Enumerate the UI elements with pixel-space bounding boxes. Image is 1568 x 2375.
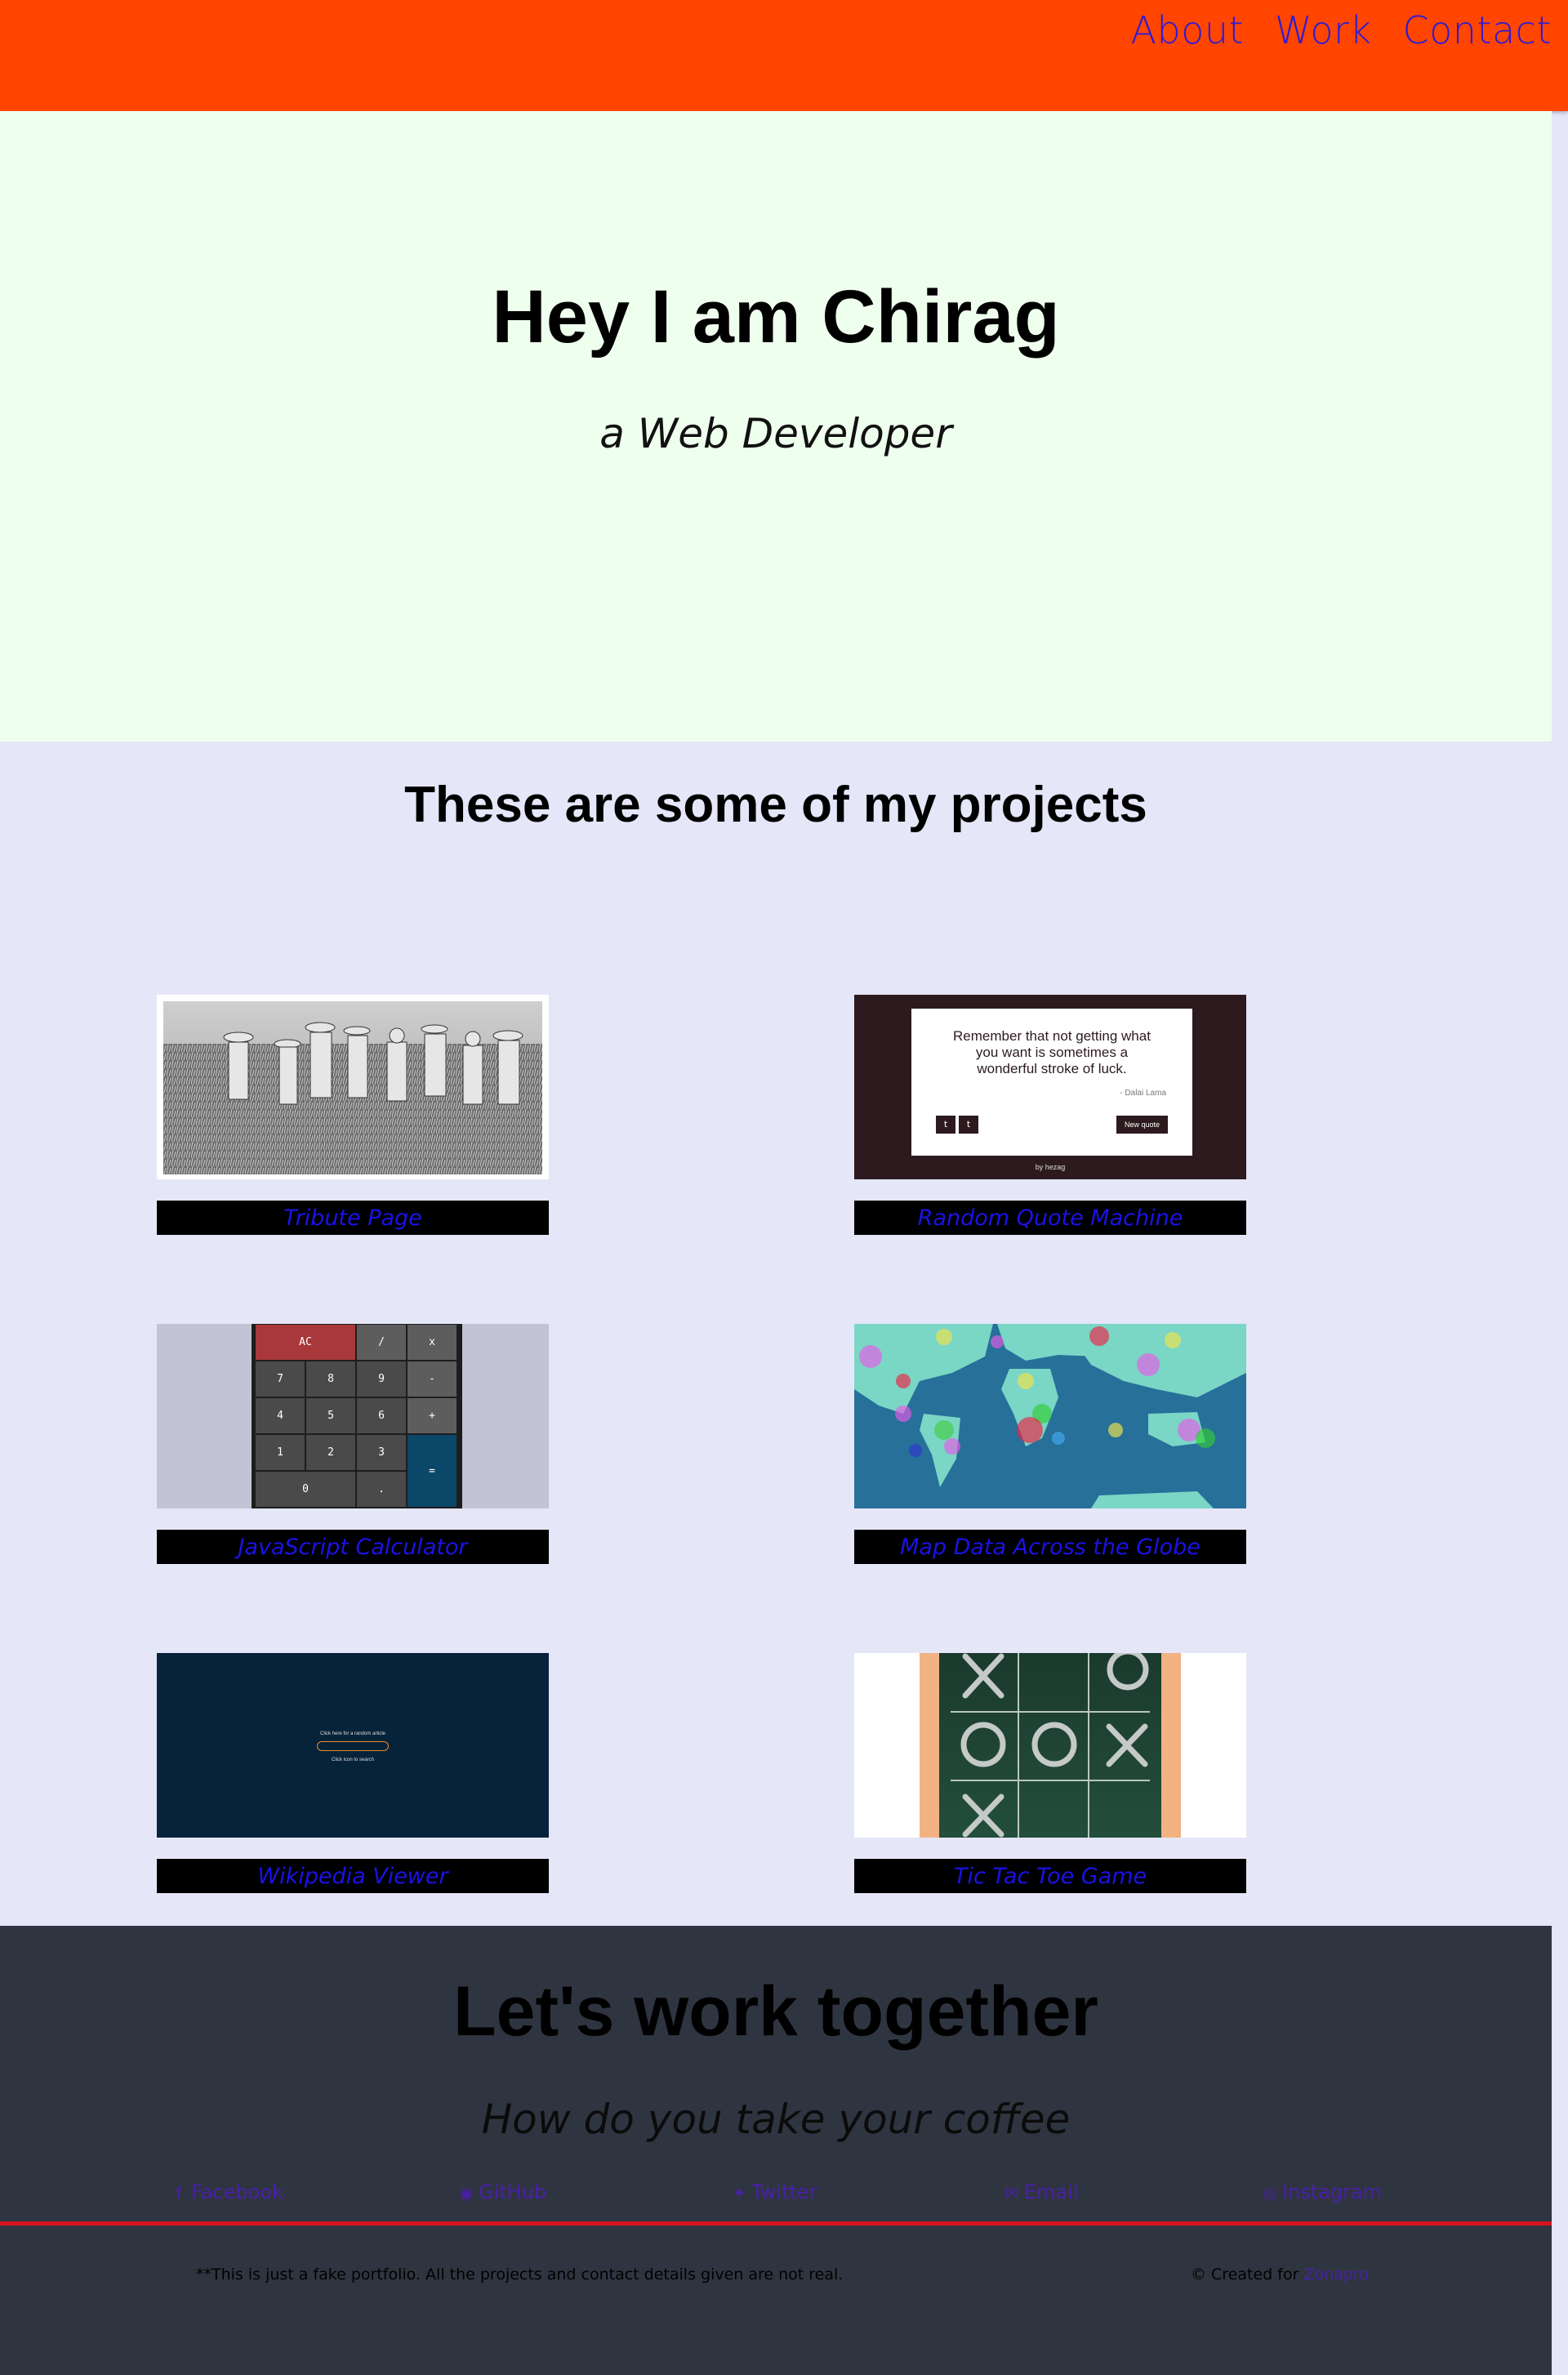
- instagram-label: Instagram: [1282, 2181, 1383, 2203]
- footer-divider: [0, 2221, 1552, 2226]
- calculator-key[interactable]: /: [356, 1324, 407, 1361]
- hero-subtitle: a Web Developer: [599, 410, 952, 457]
- tribute-photo: [163, 1001, 542, 1174]
- project-card-quote[interactable]: Remember that not getting what you want …: [854, 995, 1246, 1235]
- twitter-link[interactable]: ✦ Twitter: [732, 2181, 817, 2203]
- wiki-random-text: Click here for a random article: [319, 1731, 386, 1736]
- project-card-calculator[interactable]: AC / x 7 8 9- 4 5 6 +1 2 3 = 0. JavaScript Calculator: [157, 1324, 549, 1564]
- wiki-search-input[interactable]: [317, 1741, 389, 1751]
- wiki-search-text: Click icon to search: [331, 1758, 375, 1762]
- twitter-icon: ✦: [732, 2183, 746, 2203]
- calculator-key[interactable]: 7: [255, 1361, 305, 1397]
- tweet-button[interactable]: t: [936, 1116, 956, 1134]
- nav-contact-link[interactable]: Contact: [1403, 8, 1552, 52]
- project-title[interactable]: Tribute Page: [283, 1205, 422, 1231]
- project-thumbnail[interactable]: [854, 1653, 1246, 1838]
- calculator-key[interactable]: 9: [356, 1361, 407, 1397]
- project-thumbnail[interactable]: [157, 995, 549, 1179]
- quote-box: Remember that not getting what you want …: [911, 1009, 1192, 1156]
- quote-text: Remember that not getting what you want …: [953, 1028, 1151, 1076]
- calculator-key[interactable]: 4: [255, 1397, 305, 1434]
- instagram-link[interactable]: ◎ Instagram: [1263, 2181, 1382, 2203]
- calculator-key[interactable]: 8: [305, 1361, 356, 1397]
- project-thumbnail[interactable]: AC / x 7 8 9- 4 5 6 +1 2 3 = 0.: [157, 1324, 549, 1508]
- email-icon: ✉: [1004, 2183, 1019, 2203]
- project-thumbnail[interactable]: [854, 1324, 1246, 1508]
- project-title-bar[interactable]: Random Quote Machine: [854, 1201, 1246, 1235]
- project-title-bar[interactable]: Tribute Page: [157, 1201, 549, 1235]
- project-title[interactable]: Tic Tac Toe Game: [954, 1864, 1147, 1889]
- credit-link[interactable]: Zonapro: [1303, 2266, 1368, 2284]
- contact-subtitle: How do you take your coffee: [481, 2096, 1071, 2143]
- calculator-key[interactable]: 2: [305, 1434, 356, 1471]
- social-links: f Facebook ◉ GitHub ✦ Twitter ✉ Email ◎ …: [0, 2181, 1552, 2213]
- tumblr-button[interactable]: t: [959, 1116, 978, 1134]
- calculator-key[interactable]: x: [407, 1324, 457, 1361]
- project-thumbnail[interactable]: Remember that not getting what you want …: [854, 995, 1246, 1179]
- calculator-key[interactable]: 1: [255, 1434, 305, 1471]
- project-card-tribute[interactable]: Tribute Page: [157, 995, 549, 1235]
- project-title-bar[interactable]: JavaScript Calculator: [157, 1530, 549, 1564]
- calculator-key[interactable]: 5: [305, 1397, 356, 1434]
- top-nav: About Work Contact: [0, 0, 1568, 111]
- projects-heading: These are some of my projects: [404, 777, 1147, 833]
- calculator-body: AC / x 7 8 9- 4 5 6 +1 2 3 = 0.: [252, 1324, 462, 1508]
- email-link[interactable]: ✉ Email: [1004, 2181, 1079, 2203]
- tictactoe-board: [920, 1653, 1181, 1838]
- twitter-label: Twitter: [751, 2181, 817, 2203]
- nav-about-link[interactable]: About: [1131, 8, 1245, 52]
- project-title-bar[interactable]: Map Data Across the Globe: [854, 1530, 1246, 1564]
- welcome-section: Hey I am Chirag a Web Developer: [0, 111, 1552, 742]
- project-card-wikipedia[interactable]: Click here for a random article Click ic…: [157, 1653, 549, 1893]
- calculator-key[interactable]: 0: [255, 1471, 356, 1508]
- github-link[interactable]: ◉ GitHub: [459, 2181, 546, 2203]
- project-title[interactable]: JavaScript Calculator: [238, 1535, 467, 1560]
- facebook-label: Facebook: [191, 2181, 283, 2203]
- project-card-map[interactable]: Map Data Across the Globe: [854, 1324, 1246, 1564]
- project-title[interactable]: Wikipedia Viewer: [257, 1864, 448, 1889]
- facebook-link[interactable]: f Facebook: [172, 2181, 283, 2203]
- instagram-icon: ◎: [1263, 2183, 1277, 2203]
- disclaimer-text: **This is just a fake portfolio. All the…: [196, 2266, 844, 2284]
- quote-author: - Dalai Lama: [1120, 1089, 1166, 1098]
- quote-footer: by hezag: [1035, 1163, 1066, 1171]
- project-thumbnail[interactable]: Click here for a random article Click ic…: [157, 1653, 549, 1838]
- project-title[interactable]: Random Quote Machine: [918, 1205, 1183, 1231]
- calculator-keys: AC / x 7 8 9- 4 5 6 +1 2 3 = 0.: [255, 1324, 459, 1508]
- facebook-icon: f: [176, 2183, 182, 2203]
- project-title[interactable]: Map Data Across the Globe: [900, 1535, 1200, 1560]
- project-title-bar[interactable]: Wikipedia Viewer: [157, 1859, 549, 1893]
- contact-title: Let's work together: [453, 1972, 1098, 2051]
- credit-text: © Created for Zonapro: [1191, 2266, 1369, 2284]
- nav-list: About Work Contact: [1131, 8, 1552, 52]
- email-label: Email: [1024, 2181, 1079, 2203]
- projects-section: These are some of my projects Tribute Pa…: [0, 742, 1552, 1926]
- project-title-bar[interactable]: Tic Tac Toe Game: [854, 1859, 1246, 1893]
- calculator-key[interactable]: 6: [356, 1397, 407, 1434]
- github-icon: ◉: [459, 2183, 474, 2203]
- calculator-key[interactable]: AC: [255, 1324, 356, 1361]
- project-card-tictactoe[interactable]: Tic Tac Toe Game: [854, 1653, 1246, 1893]
- calculator-key[interactable]: +: [407, 1397, 457, 1434]
- contact-section: Let's work together How do you take your…: [0, 1926, 1552, 2375]
- hero-title: Hey I am Chirag: [492, 275, 1060, 359]
- calculator-key[interactable]: =: [407, 1434, 457, 1508]
- calculator-key[interactable]: -: [407, 1361, 457, 1397]
- credit-prefix: © Created for: [1191, 2266, 1299, 2284]
- github-label: GitHub: [479, 2181, 547, 2203]
- calculator-key[interactable]: 3: [356, 1434, 407, 1471]
- nav-work-link[interactable]: Work: [1275, 8, 1371, 52]
- new-quote-button[interactable]: New quote: [1116, 1116, 1168, 1134]
- calculator-key[interactable]: .: [356, 1471, 407, 1508]
- world-map: [854, 1324, 1246, 1508]
